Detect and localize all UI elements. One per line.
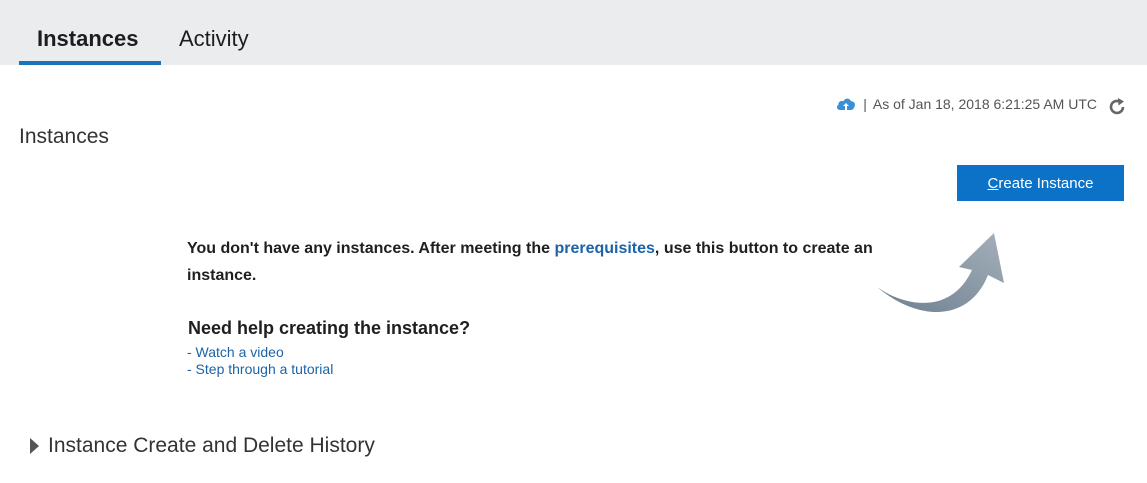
cloud-upload-icon[interactable] <box>835 95 857 113</box>
tab-activity[interactable]: Activity <box>179 26 249 52</box>
create-instance-button[interactable]: Create Instance <box>957 165 1124 201</box>
tab-bar: Instances Activity <box>0 0 1147 65</box>
curved-arrow-icon <box>877 233 1004 312</box>
tab-instances[interactable]: Instances <box>37 26 139 52</box>
refresh-icon[interactable] <box>1107 97 1127 117</box>
last-updated-timestamp: As of Jan 18, 2018 6:21:25 AM UTC <box>872 96 1097 112</box>
empty-text-before: You don't have any instances. After meet… <box>187 240 555 257</box>
tutorial-link[interactable]: - Step through a tutorial <box>187 361 333 377</box>
help-title: Need help creating the instance? <box>188 318 471 338</box>
create-button-label: reate Instance <box>998 174 1094 192</box>
empty-state-message: You don't have any instances. After meet… <box>187 235 877 289</box>
history-section-label: Instance Create and Delete History <box>48 434 375 457</box>
status-separator: | <box>863 96 867 112</box>
active-tab-indicator <box>19 61 161 65</box>
watch-video-link[interactable]: - Watch a video <box>187 344 284 360</box>
page-title: Instances <box>19 125 109 148</box>
history-section-toggle[interactable]: Instance Create and Delete History <box>30 434 375 458</box>
create-button-accelerator: C <box>987 174 999 192</box>
status-row: | As of Jan 18, 2018 6:21:25 AM UTC <box>835 91 1127 117</box>
caret-right-icon <box>30 438 39 454</box>
prerequisites-link[interactable]: prerequisites <box>554 240 654 257</box>
